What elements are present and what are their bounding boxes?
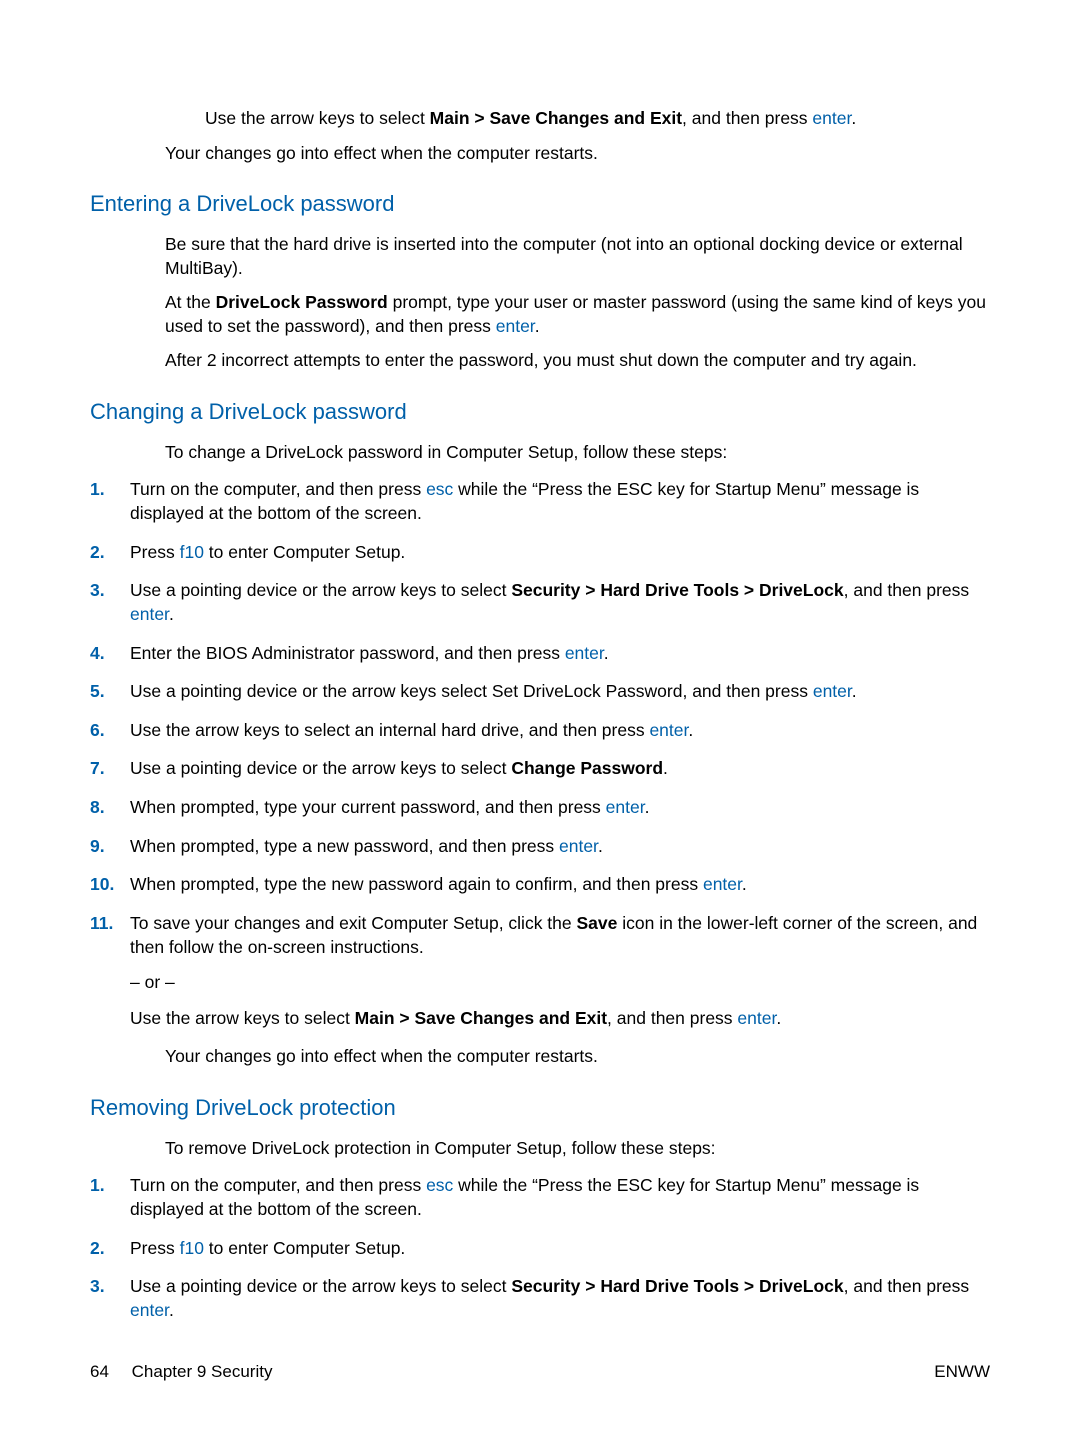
step-item: 2.Press f10 to enter Computer Setup. [90, 1237, 990, 1261]
s2-intro: To change a DriveLock password in Comput… [165, 441, 990, 465]
step-item: 8.When prompted, type your current passw… [90, 796, 990, 820]
footer-page-number: 64 [90, 1362, 109, 1381]
step-body: Turn on the computer, and then press esc… [130, 1174, 990, 1221]
step-number: 7. [90, 757, 130, 781]
step-body: Use a pointing device or the arrow keys … [130, 579, 990, 626]
step-item: 6.Use the arrow keys to select an intern… [90, 719, 990, 743]
step-item: 3.Use a pointing device or the arrow key… [90, 579, 990, 626]
step-item: 1.Turn on the computer, and then press e… [90, 478, 990, 525]
step-number: 6. [90, 719, 130, 743]
step-item: 3.Use a pointing device or the arrow key… [90, 1275, 990, 1322]
step-number: 1. [90, 478, 130, 502]
step-body: To save your changes and exit Computer S… [130, 912, 990, 1031]
step-item: 2.Press f10 to enter Computer Setup. [90, 541, 990, 565]
step-number: 1. [90, 1174, 130, 1198]
step-body: When prompted, type a new password, and … [130, 835, 990, 859]
page-footer: 64 Chapter 9 Security ENWW [90, 1362, 990, 1382]
step-item: 4.Enter the BIOS Administrator password,… [90, 642, 990, 666]
step-number: 3. [90, 579, 130, 603]
footer-right: ENWW [934, 1362, 990, 1382]
step-body: Use a pointing device or the arrow keys … [130, 1275, 990, 1322]
step-body: Turn on the computer, and then press esc… [130, 478, 990, 525]
s2-outro: Your changes go into effect when the com… [165, 1045, 990, 1069]
step-item: 1.Turn on the computer, and then press e… [90, 1174, 990, 1221]
footer-chapter: Chapter 9 Security [132, 1362, 273, 1381]
step-body: When prompted, type the new password aga… [130, 873, 990, 897]
step-body: When prompted, type your current passwor… [130, 796, 990, 820]
step-number: 5. [90, 680, 130, 704]
s3-steps: 1.Turn on the computer, and then press e… [90, 1174, 990, 1322]
step-body: Press f10 to enter Computer Setup. [130, 541, 990, 565]
step-body: Enter the BIOS Administrator password, a… [130, 642, 990, 666]
step-number: 11. [90, 912, 130, 936]
step-item: 7.Use a pointing device or the arrow key… [90, 757, 990, 781]
step-number: 3. [90, 1275, 130, 1299]
s1-p2: At the DriveLock Password prompt, type y… [165, 291, 990, 338]
intro-restart: Your changes go into effect when the com… [165, 142, 990, 166]
step-number: 2. [90, 541, 130, 565]
heading-entering-drivelock: Entering a DriveLock password [90, 189, 990, 219]
step-item: 5.Use a pointing device or the arrow key… [90, 680, 990, 704]
s2-steps: 1.Turn on the computer, and then press e… [90, 478, 990, 1030]
step-body: Use a pointing device or the arrow keys … [130, 680, 990, 704]
intro-save-exit: Use the arrow keys to select Main > Save… [205, 107, 990, 131]
step-body: Use a pointing device or the arrow keys … [130, 757, 990, 781]
s1-p1: Be sure that the hard drive is inserted … [165, 233, 990, 280]
heading-changing-drivelock: Changing a DriveLock password [90, 397, 990, 427]
step-body: Use the arrow keys to select an internal… [130, 719, 990, 743]
heading-removing-drivelock: Removing DriveLock protection [90, 1093, 990, 1123]
s1-p3: After 2 incorrect attempts to enter the … [165, 349, 990, 373]
step-number: 4. [90, 642, 130, 666]
step-number: 10. [90, 873, 130, 897]
step-item: 11.To save your changes and exit Compute… [90, 912, 990, 1031]
step-number: 9. [90, 835, 130, 859]
step-number: 2. [90, 1237, 130, 1261]
step-number: 8. [90, 796, 130, 820]
step-item: 9.When prompted, type a new password, an… [90, 835, 990, 859]
s3-intro: To remove DriveLock protection in Comput… [165, 1137, 990, 1161]
step-body: Press f10 to enter Computer Setup. [130, 1237, 990, 1261]
step-item: 10.When prompted, type the new password … [90, 873, 990, 897]
